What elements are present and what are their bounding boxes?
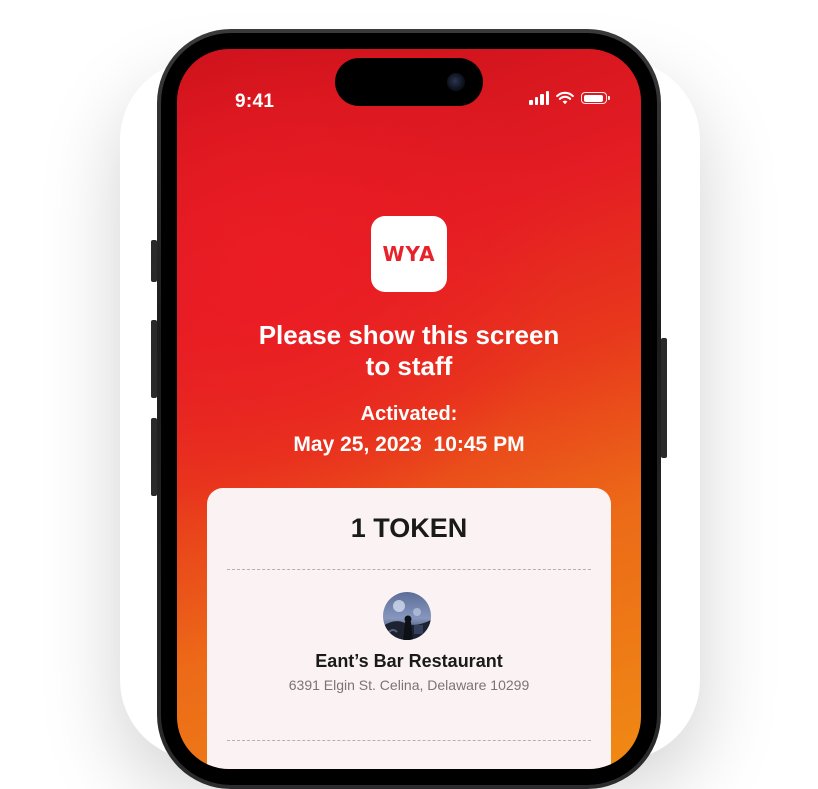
card-divider-bottom (227, 740, 591, 741)
front-camera-icon (447, 73, 465, 91)
wifi-icon (556, 91, 574, 105)
venue-address: 6391 Elgin St. Celina, Delaware 10299 (288, 677, 530, 693)
app-logo-text: WYA (382, 242, 436, 266)
app-logo: WYA (371, 216, 447, 292)
token-card: 1 TOKEN Eant’s Bar Restaurant 6391 Elgin… (207, 488, 611, 769)
status-icons (529, 91, 610, 105)
venue-avatar (383, 592, 431, 640)
page-title-line1: Please show this screen (258, 320, 560, 350)
page-title: Please show this screen to staff (177, 320, 641, 382)
power-button (661, 338, 667, 458)
card-divider-top (227, 569, 591, 570)
phone-frame: 9:41 WYA Please show this screen to staf… (157, 29, 661, 789)
cellular-signal-icon (529, 91, 549, 105)
dynamic-island (335, 58, 483, 106)
page-title-line2: to staff (365, 351, 453, 381)
status-time: 9:41 (235, 91, 275, 112)
battery-icon (581, 92, 610, 104)
activated-date: May 25, 2023 10:45 PM (293, 433, 525, 456)
activated-label: Activated: (360, 403, 458, 425)
venue-name: Eant’s Bar Restaurant (315, 651, 503, 671)
token-count: 1 TOKEN (350, 513, 468, 543)
phone-screen: 9:41 WYA Please show this screen to staf… (177, 49, 641, 769)
